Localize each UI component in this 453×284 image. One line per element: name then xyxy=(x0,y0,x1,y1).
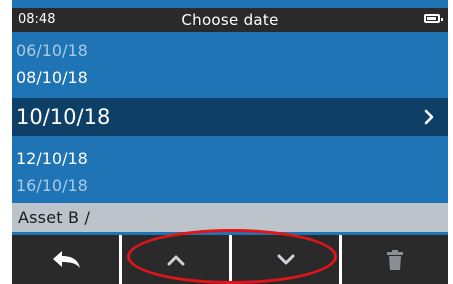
date-item[interactable]: 06/10/18 xyxy=(12,41,448,60)
bottom-toolbar xyxy=(12,235,448,284)
delete-button[interactable] xyxy=(342,235,448,284)
back-button[interactable] xyxy=(12,235,119,284)
screen-title: Choose date xyxy=(181,11,279,29)
trash-icon xyxy=(387,249,403,270)
status-bar: 08:48 Choose date xyxy=(12,8,448,32)
battery-icon xyxy=(424,14,443,23)
date-list[interactable]: 06/10/18 08/10/18 10/10/18 12/10/18 16/1… xyxy=(12,32,448,203)
chevron-up-icon xyxy=(167,255,184,265)
back-arrow-icon xyxy=(52,250,80,268)
chevron-right-icon xyxy=(424,109,434,125)
date-item[interactable]: 08/10/18 xyxy=(12,68,448,87)
device-screen: 08:48 Choose date 06/10/18 08/10/18 10/1… xyxy=(12,0,448,284)
asset-label: Asset B / xyxy=(18,208,91,227)
scroll-down-button[interactable] xyxy=(232,235,339,284)
date-item[interactable]: 12/10/18 xyxy=(12,149,448,168)
scroll-up-button[interactable] xyxy=(122,235,229,284)
date-item[interactable]: 16/10/18 xyxy=(12,176,448,195)
chevron-down-icon xyxy=(277,254,294,264)
date-item-selected[interactable]: 10/10/18 xyxy=(12,98,448,136)
selected-date-label: 10/10/18 xyxy=(16,105,111,129)
asset-path-bar: Asset B / xyxy=(12,203,448,232)
